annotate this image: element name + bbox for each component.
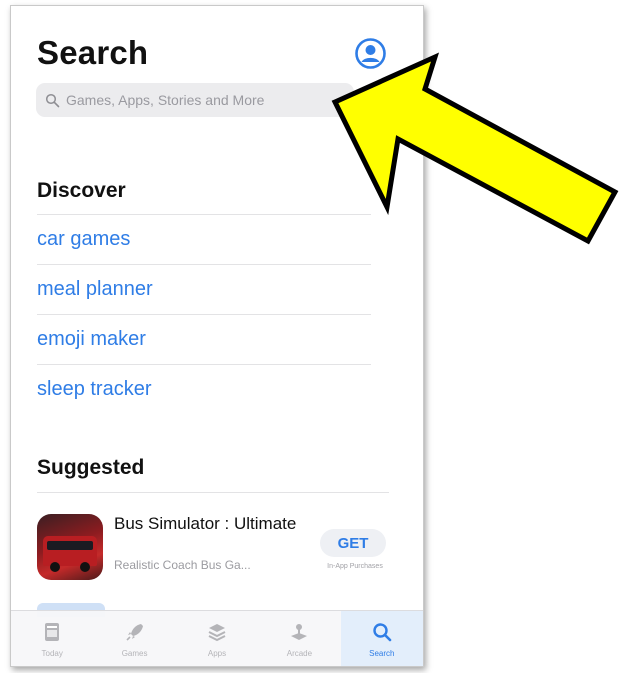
app-subtitle: Realistic Coach Bus Ga... xyxy=(114,558,251,572)
search-input[interactable] xyxy=(64,91,348,109)
magnifier-icon xyxy=(45,93,60,107)
search-bar[interactable] xyxy=(36,83,354,117)
search-icon xyxy=(373,623,392,642)
discover-item-sleep-tracker[interactable]: sleep tracker xyxy=(37,364,371,414)
tab-label: Apps xyxy=(207,649,227,658)
yellow-pointer-arrow-icon xyxy=(331,52,619,245)
page-title: Search xyxy=(37,34,149,71)
discover-item-emoji-maker[interactable]: emoji maker xyxy=(37,314,371,364)
app-name: Bus Simulator : Ultimate xyxy=(114,514,297,533)
tab-label: Search xyxy=(369,649,395,658)
rocket-icon xyxy=(126,624,143,641)
bus-app-icon[interactable] xyxy=(37,514,103,580)
tab-label: Today xyxy=(41,649,63,658)
get-button[interactable]: GET xyxy=(320,529,386,557)
discover-item-meal-planner[interactable]: meal planner xyxy=(37,264,371,314)
divider xyxy=(37,492,389,493)
tab-bar: Today Games Apps Arcade Search xyxy=(11,610,423,666)
discover-heading: Discover xyxy=(37,179,126,202)
suggested-heading: Suggested xyxy=(37,456,145,479)
discover-list: car games meal planner emoji maker sleep… xyxy=(37,214,371,414)
discover-item-car-games[interactable]: car games xyxy=(37,214,371,264)
suggested-app-row[interactable]: Bus Simulator : Ultimate Realistic Coach… xyxy=(37,511,397,589)
arcade-icon xyxy=(291,624,308,640)
tab-label: Games xyxy=(121,649,148,658)
tab-search[interactable]: Search xyxy=(340,611,423,666)
layers-icon xyxy=(208,624,226,642)
tab-apps[interactable]: Apps xyxy=(176,611,258,666)
tab-games[interactable]: Games xyxy=(93,611,175,666)
tab-arcade[interactable]: Arcade xyxy=(258,611,340,666)
tab-label: Arcade xyxy=(286,649,313,658)
in-app-purchases-note: In-App Purchases xyxy=(327,563,383,570)
tab-today[interactable]: Today xyxy=(11,611,93,666)
today-icon xyxy=(45,623,60,641)
